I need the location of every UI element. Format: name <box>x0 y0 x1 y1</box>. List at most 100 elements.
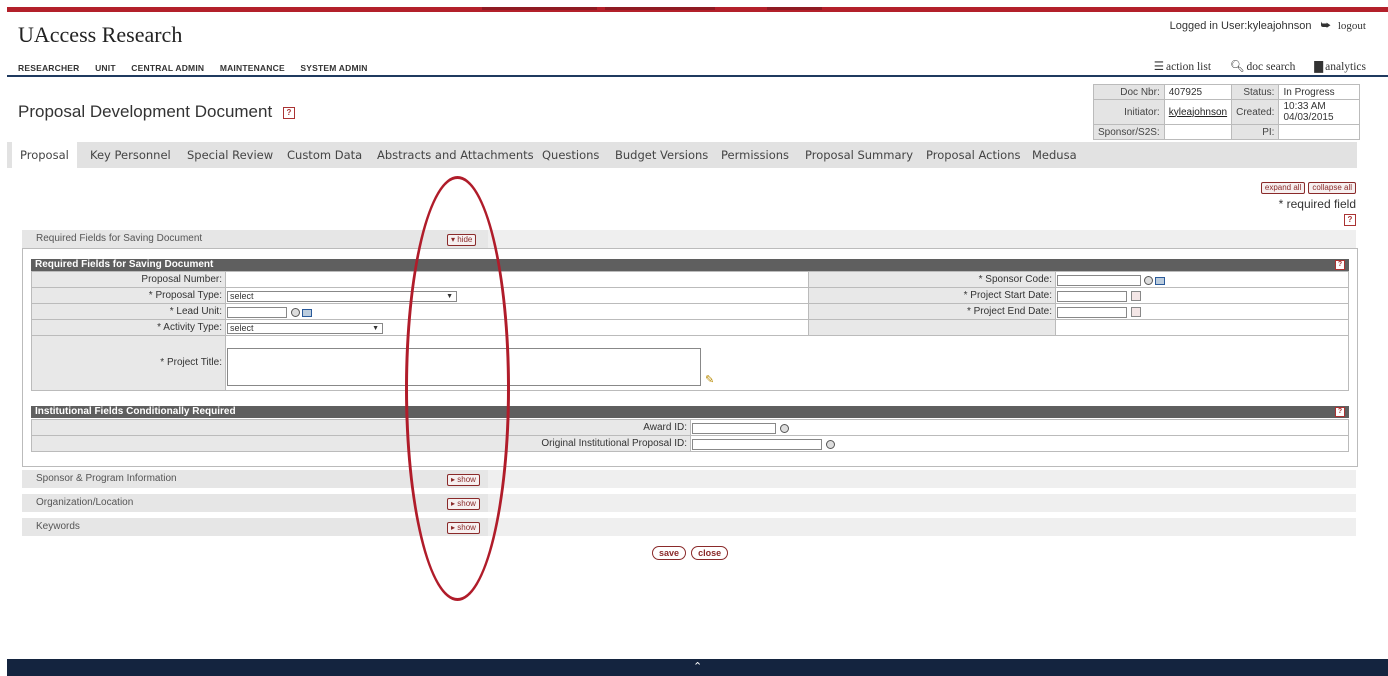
nav-researcher[interactable]: RESEARCHER <box>18 63 80 73</box>
caret-right-icon: ▸ <box>451 499 456 508</box>
hide-toggle-label: hide <box>457 235 473 244</box>
search-icon: 🔍︎ <box>1229 61 1245 73</box>
help-icon[interactable]: ? <box>1335 260 1345 270</box>
direct-inquiry-icon[interactable] <box>302 309 312 317</box>
scroll-to-top-icon[interactable]: ⌃ <box>693 660 702 673</box>
tab-permissions[interactable]: Permissions <box>721 142 789 168</box>
show-toggle-label: show <box>457 499 476 508</box>
caret-right-icon: ▸ <box>451 475 456 484</box>
nav-maintenance[interactable]: MAINTENANCE <box>220 63 285 73</box>
tab-key-personnel[interactable]: Key Personnel <box>90 142 171 168</box>
required-fields-subheader-text: Required Fields for Saving Document <box>35 259 214 270</box>
page-title-text: Proposal Development Document <box>18 102 273 121</box>
nav-system-admin[interactable]: SYSTEM ADMIN <box>300 63 367 73</box>
award-id-label: Award ID: <box>31 419 691 436</box>
hide-toggle-button[interactable]: ▾ hide <box>447 234 477 246</box>
original-ip-id-label: Original Institutional Proposal ID: <box>31 435 691 452</box>
analytics-link[interactable]: ▇ analytics <box>1306 61 1366 73</box>
document-actions: save close <box>651 546 729 560</box>
logout-icon[interactable]: ⮩ <box>1321 20 1331 32</box>
save-button[interactable]: save <box>652 546 687 560</box>
expand-collapse-controls: expand all collapse all <box>1260 181 1356 194</box>
section-title: Required Fields for Saving Document <box>36 233 203 244</box>
section-title: Organization/Location <box>36 497 134 508</box>
doc-search-link[interactable]: 🔍︎ doc search <box>1222 61 1295 73</box>
page-help: ? <box>1344 214 1356 227</box>
proposal-type-selected: select <box>230 291 254 301</box>
close-button[interactable]: close <box>691 546 729 560</box>
show-toggle-button[interactable]: ▸ show <box>447 522 480 534</box>
show-toggle-button[interactable]: ▸ show <box>447 474 480 486</box>
tab-abstracts-attachments[interactable]: Abstracts and Attachments <box>377 142 534 168</box>
pencil-icon[interactable]: ✎ <box>705 373 714 386</box>
help-icon[interactable]: ? <box>282 106 295 119</box>
section-bar-fill <box>488 230 1356 248</box>
show-toggle-label: show <box>457 523 476 532</box>
nav-divider <box>7 75 1388 77</box>
initiator-link[interactable]: kyleajohnson <box>1169 107 1227 118</box>
activity-type-select[interactable]: select ▼ <box>227 323 383 334</box>
analytics-label: analytics <box>1325 61 1366 73</box>
lookup-icon[interactable] <box>1144 276 1153 285</box>
nav-central-admin[interactable]: CENTRAL ADMIN <box>131 63 204 73</box>
action-list-link[interactable]: ☰ action list <box>1146 61 1211 73</box>
lookup-icon[interactable] <box>826 440 835 449</box>
section-bar-fill <box>488 470 1356 488</box>
section-sponsor-program-header: Sponsor & Program Information ▸ show <box>22 470 1356 488</box>
institutional-fields-subheader: Institutional Fields Conditionally Requi… <box>31 406 1349 418</box>
proposal-type-select[interactable]: select ▼ <box>227 291 457 302</box>
project-title-textarea[interactable] <box>227 348 701 386</box>
show-toggle-button[interactable]: ▸ show <box>447 498 480 510</box>
activity-type-selected: select <box>230 323 254 333</box>
tab-proposal-summary[interactable]: Proposal Summary <box>805 142 913 168</box>
help-icon[interactable]: ? <box>1335 407 1345 417</box>
doc-info-table: Doc Nbr: 407925 Status: In Progress Init… <box>1093 84 1361 140</box>
lookup-icon[interactable] <box>780 424 789 433</box>
doc-search-label: doc search <box>1246 61 1296 73</box>
calendar-icon[interactable] <box>1131 307 1141 317</box>
main-nav: RESEARCHER UNIT CENTRAL ADMIN MAINTENANC… <box>18 63 381 73</box>
initiator-cell: kyleajohnson <box>1163 99 1233 125</box>
tab-proposal-actions[interactable]: Proposal Actions <box>926 142 1020 168</box>
show-toggle-label: show <box>457 475 476 484</box>
expand-all-button[interactable]: expand all <box>1260 182 1306 194</box>
nav-unit[interactable]: UNIT <box>95 63 116 73</box>
pi-value <box>1278 124 1361 140</box>
section-bar-fill <box>488 494 1356 512</box>
tab-questions[interactable]: Questions <box>542 142 599 168</box>
direct-inquiry-icon[interactable] <box>1155 277 1165 285</box>
proposal-number-label: Proposal Number: <box>31 271 226 288</box>
help-icon[interactable]: ? <box>1344 214 1356 227</box>
tab-special-review[interactable]: Special Review <box>187 142 273 168</box>
empty-label-cell <box>808 319 1056 336</box>
lead-unit-input[interactable] <box>227 307 287 318</box>
caret-right-icon: ▸ <box>451 523 456 532</box>
created-value: 10:33 AM 04/03/2015 <box>1278 99 1361 125</box>
sponsor-value <box>1163 124 1233 140</box>
doc-nbr-value: 407925 <box>1163 84 1233 100</box>
sponsor-label: Sponsor/S2S: <box>1093 124 1165 140</box>
activity-type-label: * Activity Type: <box>31 319 226 336</box>
collapse-all-button[interactable]: collapse all <box>1308 182 1356 194</box>
tab-custom-data[interactable]: Custom Data <box>287 142 362 168</box>
section-keywords-header: Keywords ▸ show <box>22 518 1356 536</box>
award-id-input[interactable] <box>692 423 776 434</box>
calendar-icon[interactable] <box>1131 291 1141 301</box>
tab-proposal[interactable]: Proposal <box>12 142 77 168</box>
tab-budget-versions[interactable]: Budget Versions <box>615 142 708 168</box>
lead-unit-cell <box>225 303 809 320</box>
empty-value-cell <box>1055 319 1349 336</box>
project-start-date-input[interactable] <box>1057 291 1127 302</box>
project-end-date-input[interactable] <box>1057 307 1127 318</box>
proposal-number-value <box>225 271 809 288</box>
original-ip-id-input[interactable] <box>692 439 822 450</box>
dropdown-arrow-icon: ▼ <box>372 325 379 332</box>
lookup-icon[interactable] <box>291 308 300 317</box>
project-start-date-label: * Project Start Date: <box>808 287 1056 304</box>
sponsor-code-input[interactable] <box>1057 275 1141 286</box>
section-title: Keywords <box>36 521 80 532</box>
logout-link[interactable]: logout <box>1338 20 1366 32</box>
list-icon: ☰ <box>1153 61 1164 73</box>
sponsor-code-label: * Sponsor Code: <box>808 271 1056 288</box>
tab-medusa[interactable]: Medusa <box>1032 142 1077 168</box>
